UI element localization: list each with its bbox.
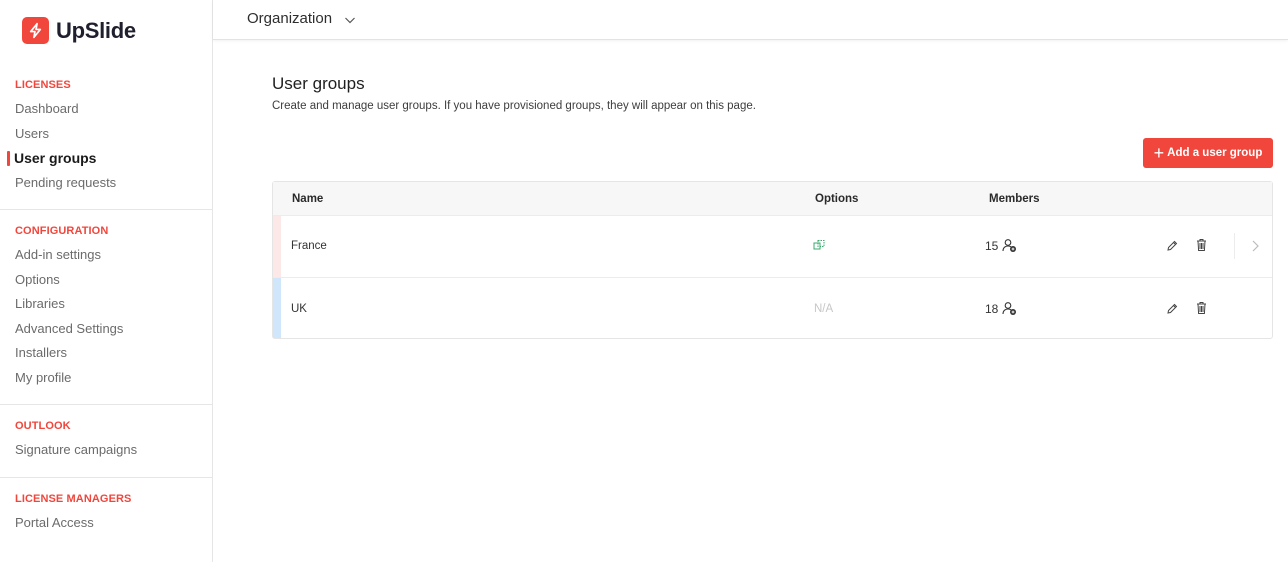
table-header: Name Options Members <box>273 182 1272 216</box>
sidebar-divider <box>0 477 213 478</box>
members-count-value: 18 <box>985 301 999 316</box>
nav-heading-outlook: OUTLOOK <box>15 420 71 432</box>
sidebar-item-add-in-settings[interactable]: Add-in settings <box>0 243 213 268</box>
edit-icon[interactable] <box>1166 239 1180 253</box>
nav-heading-licenses: LICENSES <box>15 79 71 91</box>
column-header-name[interactable]: Name <box>292 193 323 205</box>
delete-icon[interactable] <box>1195 238 1209 252</box>
app-root: UpSlide LICENSES Dashboard Users User gr… <box>0 0 1288 562</box>
sidebar-item-portal-access[interactable]: Portal Access <box>0 511 213 536</box>
column-header-options[interactable]: Options <box>815 193 858 205</box>
page-title: User groups <box>272 74 365 93</box>
nav-heading-configuration: CONFIGURATION <box>15 225 109 237</box>
members-count-value: 15 <box>985 238 999 253</box>
edit-icon[interactable] <box>1166 302 1180 316</box>
sidebar-item-users[interactable]: Users <box>0 122 213 147</box>
nav-section-license-managers: LICENSE MANAGERS Portal Access <box>0 491 213 536</box>
nav-section-licenses: LICENSES Dashboard Users User groups Pen… <box>0 77 213 195</box>
nav-heading-license-managers: LICENSE MANAGERS <box>15 493 132 505</box>
row-color-indicator <box>273 216 281 277</box>
delete-icon[interactable] <box>1195 301 1209 315</box>
group-name: France <box>291 240 327 252</box>
sidebar-item-pending-requests[interactable]: Pending requests <box>0 171 213 196</box>
sidebar: UpSlide LICENSES Dashboard Users User gr… <box>0 0 213 562</box>
nav-section-outlook: OUTLOOK Signature campaigns <box>0 418 213 463</box>
brand-logo[interactable]: UpSlide <box>22 17 136 44</box>
sidebar-item-dashboard[interactable]: Dashboard <box>0 97 213 122</box>
sidebar-item-options[interactable]: Options <box>0 268 213 293</box>
sync-icon <box>813 239 825 254</box>
sidebar-item-libraries[interactable]: Libraries <box>0 292 213 317</box>
user-add-icon <box>1002 302 1017 315</box>
organization-label: Organization <box>247 10 333 27</box>
members-count[interactable]: 18 <box>985 301 1017 316</box>
column-header-members[interactable]: Members <box>989 193 1040 205</box>
sidebar-item-user-groups[interactable]: User groups <box>0 146 213 171</box>
row-color-indicator <box>273 278 281 338</box>
add-user-group-label: Add a user group <box>1167 147 1263 159</box>
sidebar-item-advanced-settings[interactable]: Advanced Settings <box>0 317 213 342</box>
row-divider <box>1234 233 1235 259</box>
group-name: UK <box>291 303 307 315</box>
options-value: N/A <box>814 303 834 315</box>
organization-dropdown[interactable]: Organization <box>247 10 356 27</box>
chevron-down-icon <box>344 13 356 25</box>
plus-icon: + <box>1153 143 1165 163</box>
upslide-logo-icon <box>22 17 49 44</box>
chevron-right-icon[interactable] <box>1250 239 1264 253</box>
sidebar-item-my-profile[interactable]: My profile <box>0 366 213 391</box>
top-bar: Organization <box>213 0 1288 40</box>
members-count[interactable]: 15 <box>985 238 1017 253</box>
table-row[interactable]: UK N/A 18 <box>273 277 1272 338</box>
sidebar-item-installers[interactable]: Installers <box>0 341 213 366</box>
brand-name: UpSlide <box>56 17 136 43</box>
sidebar-divider <box>0 209 213 210</box>
sidebar-divider <box>0 404 213 405</box>
nav-section-configuration: CONFIGURATION Add-in settings Options Li… <box>0 223 213 391</box>
sidebar-item-signature-campaigns[interactable]: Signature campaigns <box>0 438 213 463</box>
user-add-icon <box>1002 239 1017 252</box>
page-description: Create and manage user groups. If you ha… <box>272 100 756 112</box>
table-row[interactable]: France 15 <box>273 216 1272 277</box>
add-user-group-button[interactable]: + Add a user group <box>1143 138 1273 168</box>
user-groups-table: Name Options Members France 15 UK N/A 18 <box>272 181 1273 339</box>
